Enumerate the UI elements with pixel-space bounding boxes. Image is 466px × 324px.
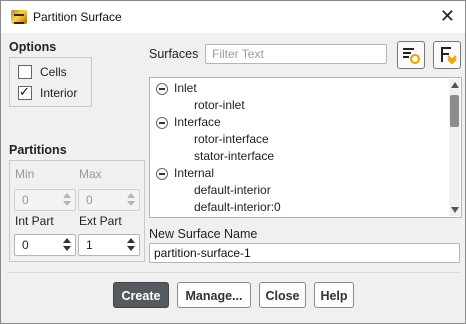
window-title: Partition Surface	[33, 10, 122, 24]
max-up-icon	[127, 193, 135, 198]
scroll-up-icon[interactable]	[451, 82, 459, 88]
cells-label: Cells	[40, 65, 67, 79]
title-bar: Partition Surface ✕	[1, 1, 465, 33]
min-spinner: 0	[14, 189, 76, 211]
divider	[7, 272, 460, 273]
ext-part-spinner[interactable]: 1	[78, 234, 140, 256]
int-part-down-icon[interactable]	[63, 246, 71, 251]
group-label: Interface	[174, 115, 221, 129]
filter-list-icon	[403, 48, 420, 64]
max-down-icon	[127, 201, 135, 206]
manage-button[interactable]: Manage...	[177, 282, 251, 308]
min-value: 0	[22, 193, 29, 207]
list-item-rotor-interface[interactable]: rotor-interface	[194, 132, 269, 149]
ext-part-label: Ext Part	[79, 214, 122, 228]
interior-label: Interior	[40, 86, 78, 100]
int-part-spinner[interactable]: 0	[14, 234, 76, 256]
filter-list-button[interactable]	[397, 41, 425, 69]
list-item-stator-interface[interactable]: stator-interface	[194, 149, 274, 166]
max-value: 0	[86, 193, 93, 207]
min-label: Min	[15, 167, 35, 181]
surfaces-label: Surfaces	[149, 47, 199, 61]
scroll-thumb[interactable]	[450, 95, 459, 127]
int-part-label: Int Part	[15, 214, 54, 228]
collapse-icon[interactable]	[156, 117, 168, 129]
interior-checkbox[interactable]	[18, 84, 32, 100]
collapse-icon[interactable]	[156, 168, 168, 180]
help-button[interactable]: Help	[314, 282, 354, 308]
surfaces-list[interactable]: Inlet rotor-inlet Interface rotor-interf…	[149, 77, 462, 218]
new-surface-name-input[interactable]	[149, 243, 460, 263]
app-icon	[11, 10, 27, 24]
filter-text-input[interactable]	[205, 44, 387, 64]
create-button[interactable]: Create	[113, 282, 169, 308]
ext-part-up-icon[interactable]	[127, 238, 135, 243]
max-label: Max	[79, 167, 102, 181]
new-surface-name-label: New Surface Name	[149, 227, 258, 241]
collapse-icon[interactable]	[156, 83, 168, 95]
options-heading: Options	[9, 40, 57, 54]
group-label: Internal	[174, 166, 215, 180]
partition-surface-dialog: Partition Surface ✕ Options Cells Interi…	[0, 0, 466, 324]
scroll-down-icon[interactable]	[451, 207, 459, 213]
close-button[interactable]: Close	[259, 282, 306, 308]
list-item-default-interior-0[interactable]: default-interior:0	[194, 200, 281, 217]
cells-checkbox-row[interactable]: Cells	[18, 65, 67, 79]
ext-part-down-icon[interactable]	[127, 246, 135, 251]
ext-part-value[interactable]: 1	[86, 238, 93, 252]
list-item-rotor-inlet[interactable]: rotor-inlet	[194, 98, 245, 115]
select-all-button[interactable]	[433, 41, 461, 69]
int-part-value[interactable]: 0	[22, 238, 29, 252]
min-up-icon	[63, 193, 71, 198]
list-item-default-interior[interactable]: default-interior	[194, 183, 271, 200]
select-all-icon	[441, 47, 457, 65]
partitions-heading: Partitions	[9, 143, 67, 157]
interior-checkbox-row[interactable]: Interior	[18, 84, 78, 100]
int-part-up-icon[interactable]	[63, 238, 71, 243]
cells-checkbox[interactable]	[18, 65, 32, 79]
group-label: Inlet	[174, 81, 197, 95]
close-icon[interactable]: ✕	[440, 6, 455, 26]
min-down-icon	[63, 201, 71, 206]
max-spinner: 0	[78, 189, 140, 211]
list-scrollbar[interactable]	[449, 79, 460, 216]
